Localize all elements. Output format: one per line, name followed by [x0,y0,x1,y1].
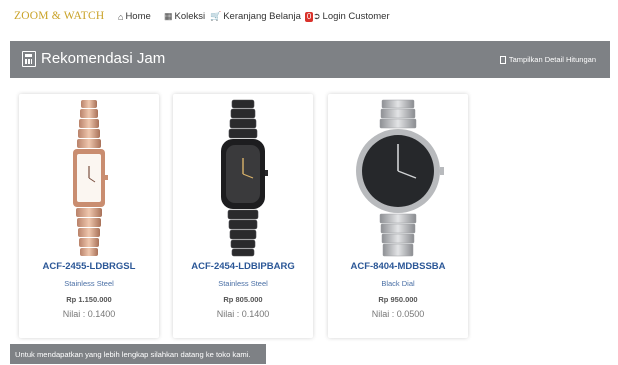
nav-keranjang-label: Keranjang Belanja [223,11,301,22]
product-score: Nilai : 0.0500 [371,309,425,319]
nav-login-label: Login Customer [322,11,390,22]
panel-header: Rekomendasi Jam Tampilkan Detail Hitunga… [10,41,610,78]
calculator-icon [499,55,506,64]
cart-icon: 🛒 [210,11,222,21]
show-calculation-detail-link[interactable]: Tampilkan Detail Hitungan [499,55,596,64]
product-card[interactable]: ACF-8404-MDBSSBA Black Dial Rp 950.000 N… [328,94,468,338]
panel-title: Rekomendasi Jam [22,50,165,67]
nav-home[interactable]: ⌂ Home [118,11,151,22]
building-icon: ▦ [164,11,173,21]
panel-title-text: Rekomendasi Jam [41,50,166,67]
top-navbar: ZOOM & WATCH ⌂ Home ▦ Koleksi 🛒 Keranjan… [0,0,618,38]
product-price: Rp 1.150.000 [66,295,112,304]
black-tonneau-watch-image [221,99,268,257]
product-description: Stainless Steel [64,279,114,288]
silver-round-black-dial-watch-image [356,99,444,257]
brand-logo[interactable]: ZOOM & WATCH [14,10,104,22]
rose-gold-rectangular-watch-image [73,100,108,256]
panel-body: ACF-2455-LDBRGSL Stainless Steel Rp 1.15… [10,78,610,344]
page: ZOOM & WATCH ⌂ Home ▦ Koleksi 🛒 Keranjan… [0,0,618,365]
detail-link-label: Tampilkan Detail Hitungan [508,55,596,64]
product-description: Black Dial [381,279,415,288]
product-code[interactable]: ACF-8404-MDBSSBA [328,261,468,272]
calculator-icon [22,50,36,67]
product-card[interactable]: ACF-2455-LDBRGSL Stainless Steel Rp 1.15… [19,94,159,338]
home-icon: ⌂ [118,11,124,22]
product-card[interactable]: ACF-2454-LDBIPBARG Stainless Steel Rp 80… [173,94,313,338]
nav-keranjang[interactable]: 🛒 Keranjang Belanja 0 [210,11,314,22]
nav-login[interactable]: ➲ Login Customer [313,11,390,22]
footer-note: Untuk mendapatkan yang lebih lengkap sil… [10,344,266,364]
login-icon: ➲ [313,11,321,21]
product-description: Stainless Steel [218,279,268,288]
product-score: Nilai : 0.1400 [62,309,116,319]
nav-koleksi[interactable]: ▦ Koleksi [164,11,205,22]
product-score: Nilai : 0.1400 [216,309,270,319]
product-code[interactable]: ACF-2454-LDBIPBARG [173,261,313,272]
nav-home-label: Home [125,11,151,22]
product-price: Rp 950.000 [378,295,418,304]
product-price: Rp 805.000 [223,295,263,304]
nav-koleksi-label: Koleksi [174,11,206,22]
product-code[interactable]: ACF-2455-LDBRGSL [19,261,159,272]
